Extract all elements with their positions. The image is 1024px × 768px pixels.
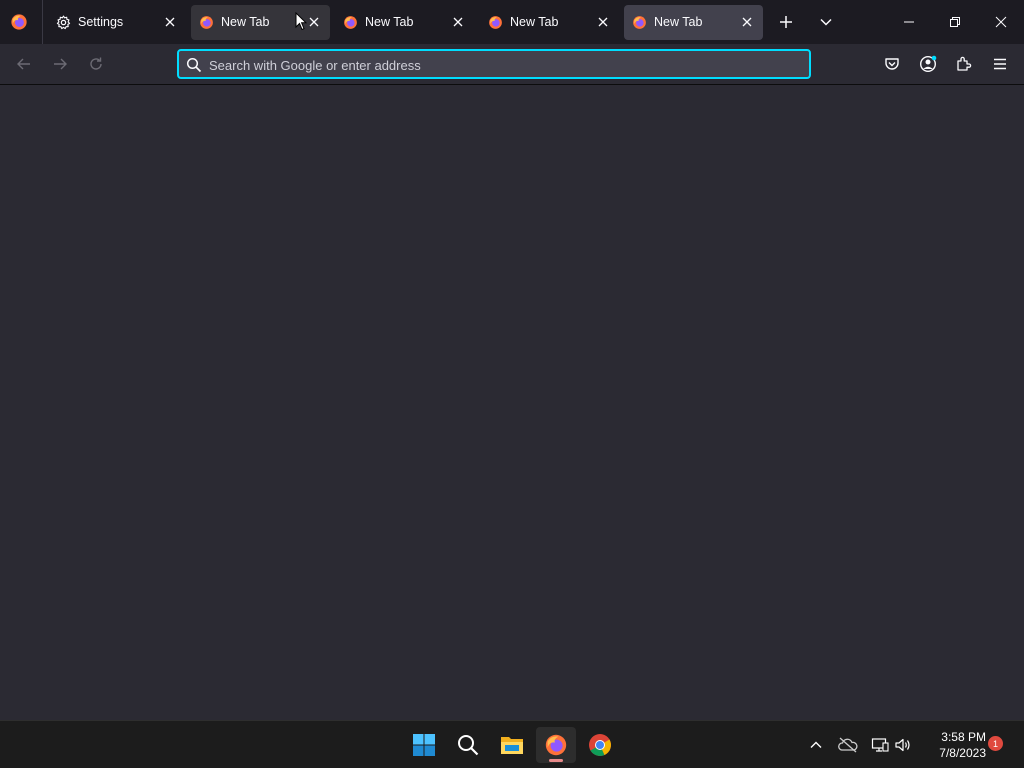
tab-new-tab-active[interactable]: New Tab [624,5,763,40]
pocket-button[interactable] [880,52,904,76]
tab-settings[interactable]: Settings [48,5,186,40]
running-indicator [549,759,563,762]
clock-time: 3:58 PM [941,730,986,744]
chevron-up-icon [810,741,822,748]
firefox-taskbar-button[interactable] [536,727,576,763]
firefox-icon [200,16,213,29]
search-icon [186,57,202,73]
firefox-icon [545,734,567,756]
clock-date: 7/8/2023 [939,746,986,760]
mouse-cursor-icon [295,12,307,31]
reload-button[interactable] [84,52,108,76]
close-icon[interactable] [306,14,322,30]
restore-icon [950,17,960,27]
arrow-left-icon [17,58,30,70]
onedrive-offline-icon [838,737,858,753]
close-icon[interactable] [450,14,466,30]
list-all-tabs-button[interactable] [814,10,838,34]
new-tab-button[interactable] [774,10,798,34]
arrow-right-icon [54,58,67,70]
plus-icon [780,16,792,28]
back-button[interactable] [12,52,36,76]
tab-label: New Tab [654,15,703,29]
account-icon [919,55,937,73]
tab-label: Settings [78,15,124,29]
close-icon [995,16,1007,28]
account-button[interactable] [916,52,940,76]
show-hidden-icons-button[interactable] [806,733,826,757]
gear-icon [56,15,71,30]
close-window-button[interactable] [978,0,1024,44]
tab-new-tab[interactable]: New Tab [335,5,474,40]
tab-label: New Tab [221,15,270,29]
close-icon[interactable] [595,14,611,30]
network-icon [871,738,889,752]
tab-new-tab[interactable]: New Tab [480,5,619,40]
file-explorer-button[interactable] [492,727,532,763]
page-content [0,86,1024,720]
tab-new-tab[interactable]: New Tab [191,5,330,40]
notification-badge[interactable]: 1 [988,736,1003,751]
puzzle-icon [957,56,972,71]
close-icon[interactable] [739,14,755,30]
onedrive-button[interactable] [836,733,860,757]
chrome-taskbar-button[interactable] [580,727,620,763]
app-menu-button[interactable] [988,52,1012,76]
reload-icon [90,57,102,70]
close-icon[interactable] [162,14,178,30]
system-clock[interactable]: 3:58 PM 7/8/2023 [918,729,986,761]
volume-button[interactable] [892,733,914,757]
forward-button[interactable] [48,52,72,76]
firefox-icon [489,16,502,29]
tab-strip: Settings New Tab New Tab New Tab New Tab [0,0,1024,44]
firefox-icon [344,16,357,29]
address-input[interactable] [209,56,799,74]
search-button[interactable] [448,727,488,763]
start-button[interactable] [404,727,444,763]
firefox-icon [633,16,646,29]
chevron-down-icon [820,18,832,26]
chrome-icon [589,734,611,756]
minimize-button[interactable] [886,0,932,44]
windows-taskbar: 3:58 PM 7/8/2023 [0,720,1024,768]
restore-button[interactable] [932,0,978,44]
extensions-button[interactable] [952,52,976,76]
navigation-toolbar [0,44,1024,85]
search-icon [458,735,479,756]
hamburger-menu-icon [994,58,1006,70]
file-explorer-icon [501,737,523,754]
network-button[interactable] [868,733,892,757]
volume-icon [895,738,910,752]
firefox-view-icon[interactable] [10,13,28,31]
address-bar[interactable] [177,49,811,79]
tab-separator [42,0,43,44]
tab-label: New Tab [365,15,414,29]
tab-label: New Tab [510,15,559,29]
minimize-icon [904,21,914,23]
pocket-icon [885,58,899,70]
start-icon [413,734,435,756]
